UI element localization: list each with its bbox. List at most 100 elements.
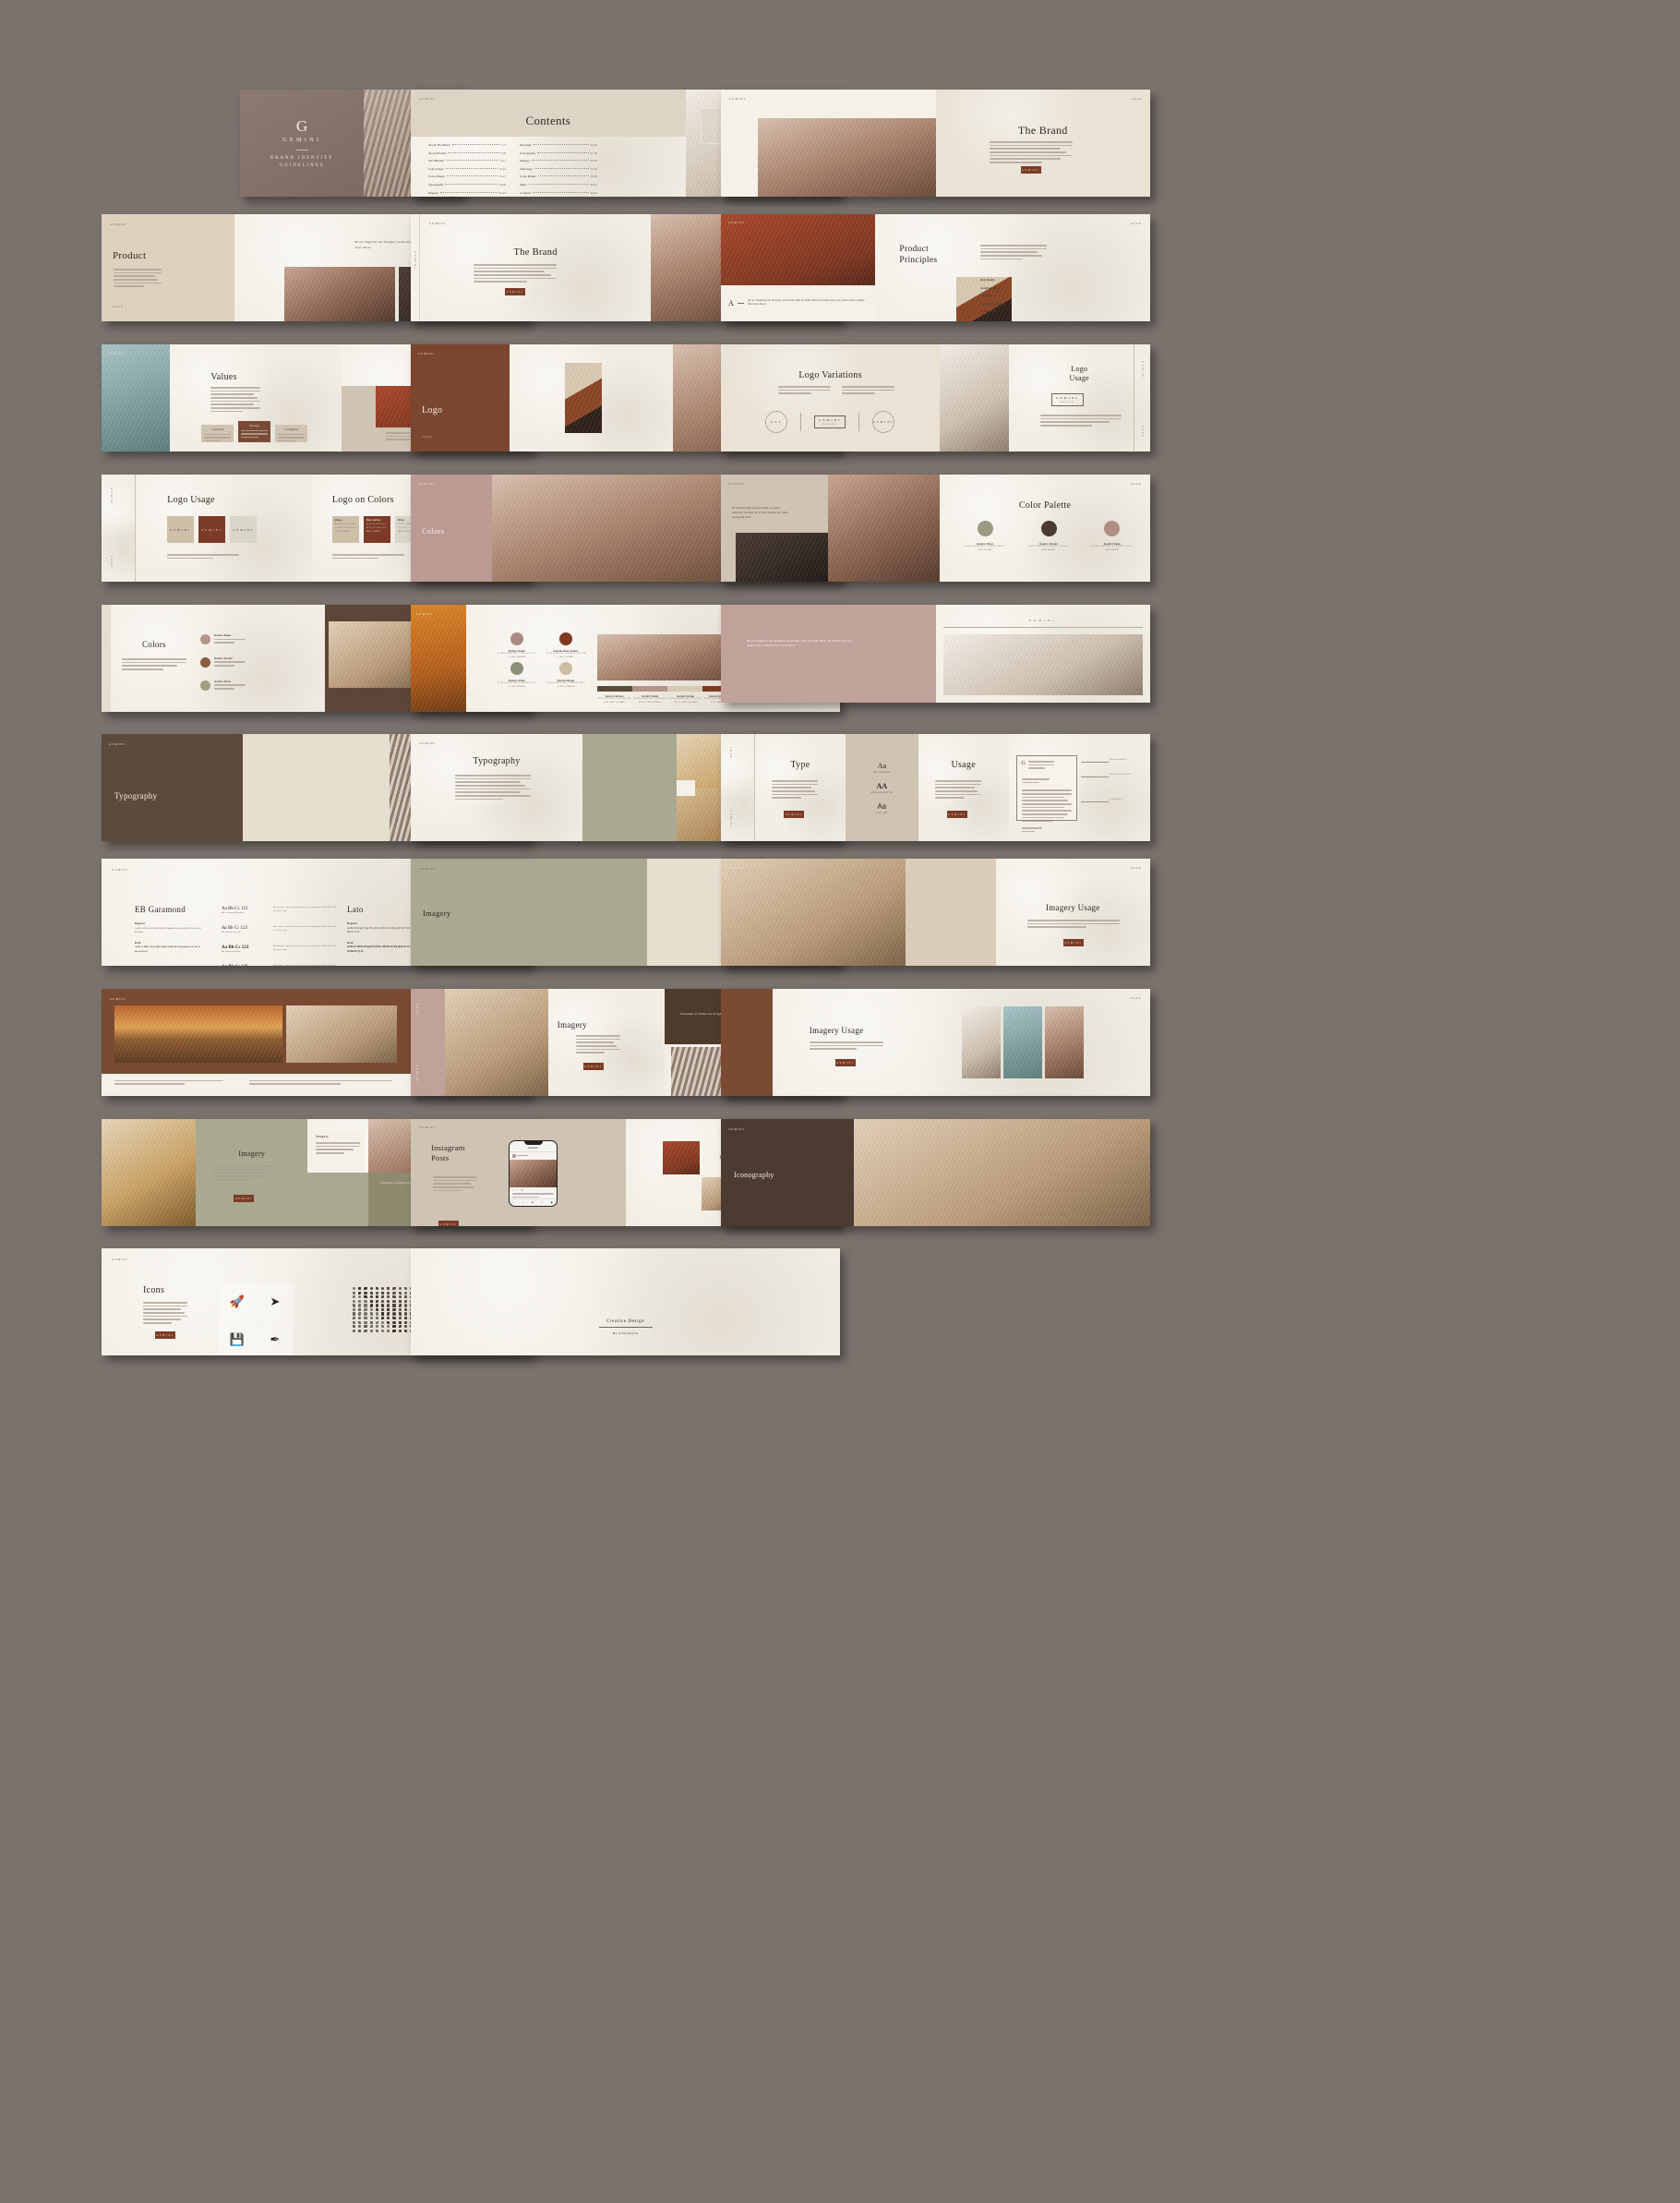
library-icon[interactable] <box>398 1329 402 1332</box>
library-icon[interactable] <box>353 1287 356 1291</box>
library-icon[interactable] <box>375 1299 379 1303</box>
color-item[interactable]: Gemini New Amber R 125 G 58 B 35 / C 36 … <box>546 632 585 660</box>
library-icon[interactable] <box>364 1325 367 1329</box>
library-icon[interactable] <box>364 1299 367 1303</box>
library-icon[interactable] <box>392 1295 396 1299</box>
contents-item[interactable]: Mockups 24-26 <box>520 143 597 147</box>
library-icon[interactable] <box>398 1307 402 1312</box>
contents-item[interactable]: Maps 39-41 <box>520 183 597 187</box>
library-icon[interactable] <box>387 1320 390 1324</box>
library-icon[interactable] <box>358 1317 362 1320</box>
slide-color-palette[interactable]: GEMINI To keep the body in good health i… <box>721 475 1150 582</box>
library-icon[interactable] <box>403 1291 408 1294</box>
logo-swatch[interactable]: GEMINI <box>198 516 226 543</box>
palette-item[interactable]: Gemini Nude R 176 G 143 B 130 / C 28 M 4… <box>1091 521 1134 553</box>
library-icon[interactable] <box>392 1329 396 1332</box>
slide-the-brand-a[interactable]: GEMINI PAGE The Brand GEMINI <box>721 90 1150 197</box>
color-row[interactable]: Gemini Olive <box>200 680 246 692</box>
slide-type-usage[interactable]: PAGE GEMINI Type GEMINI Aa EB Garamond A… <box>721 734 1150 841</box>
cta-button[interactable]: GEMINI <box>438 1221 459 1226</box>
eyedropper-icon[interactable]: ✒ <box>257 1321 294 1355</box>
contents-item[interactable]: Imagery 30-32 <box>520 159 597 163</box>
library-icon[interactable] <box>375 1291 379 1294</box>
library-icon[interactable] <box>387 1317 390 1320</box>
library-icon[interactable] <box>353 1291 356 1294</box>
library-icon[interactable] <box>375 1312 379 1316</box>
cursor-icon[interactable]: ➤ <box>257 1283 294 1320</box>
search-icon[interactable]: ⌕ <box>522 1201 523 1204</box>
library-icon[interactable] <box>392 1312 396 1316</box>
library-icon[interactable] <box>364 1287 367 1291</box>
contents-item[interactable]: Our Mission 9-11 <box>428 159 506 163</box>
color-item[interactable]: Gemini Beige R 203 G 188 B 164 / C 21 M … <box>546 661 585 690</box>
library-icon[interactable] <box>358 1307 362 1312</box>
library-icon[interactable] <box>375 1317 379 1320</box>
heart-icon[interactable]: ♡ <box>512 1189 515 1192</box>
library-icon[interactable] <box>353 1307 356 1312</box>
library-icon[interactable] <box>392 1291 396 1294</box>
library-icon[interactable] <box>369 1325 373 1329</box>
contents-item[interactable]: Typography 18-20 <box>428 183 506 187</box>
library-icon[interactable] <box>398 1317 402 1320</box>
floppy-disk-icon[interactable]: 💾 <box>219 1321 256 1355</box>
library-icon[interactable] <box>403 1329 408 1332</box>
logo-swatch[interactable]: GEMINI <box>230 516 258 543</box>
share-icon[interactable]: ▽ <box>522 1189 523 1192</box>
library-icon[interactable] <box>353 1320 356 1324</box>
library-icon[interactable] <box>381 1320 385 1324</box>
library-icon[interactable] <box>375 1295 379 1299</box>
library-icon[interactable] <box>381 1304 385 1307</box>
library-icon[interactable] <box>353 1295 356 1299</box>
library-icon[interactable] <box>398 1295 402 1299</box>
library-icon[interactable] <box>398 1312 402 1316</box>
library-icon[interactable] <box>375 1325 379 1329</box>
library-icon[interactable] <box>403 1317 408 1320</box>
library-icon[interactable] <box>381 1287 385 1291</box>
library-icon[interactable] <box>353 1304 356 1307</box>
library-icon[interactable] <box>387 1307 390 1312</box>
library-icon[interactable] <box>358 1304 362 1307</box>
library-icon[interactable] <box>358 1291 362 1294</box>
library-icon[interactable] <box>364 1291 367 1294</box>
library-icon[interactable] <box>387 1329 390 1332</box>
palette-item[interactable]: Gemini Brown R 75 G 59 B 49 / C 57 M 65 … <box>1027 521 1070 553</box>
contents-item[interactable]: About Product 6-8 <box>428 151 506 155</box>
library-icon[interactable] <box>381 1291 385 1294</box>
post-thumb[interactable] <box>662 1176 700 1210</box>
cta-button[interactable]: GEMINI <box>1020 166 1041 175</box>
library-icon[interactable] <box>358 1299 362 1303</box>
contents-item[interactable]: Stationery 33-35 <box>520 167 597 171</box>
library-icon[interactable] <box>375 1304 379 1307</box>
contents-item[interactable]: Color Palette 36-38 <box>520 175 597 178</box>
slide-imagery-usage-b[interactable]: PAGE Imagery Usage GEMINI <box>721 989 1150 1096</box>
library-icon[interactable] <box>387 1291 390 1294</box>
library-icon[interactable] <box>369 1291 373 1294</box>
contents-item[interactable]: Contacts 42-44 <box>520 191 597 195</box>
slide-product-principles[interactable]: A We are shaped by our thoughts; we beco… <box>721 214 1150 321</box>
library-icon[interactable] <box>358 1287 362 1291</box>
library-icon[interactable] <box>403 1299 408 1303</box>
contents-item[interactable]: Color Palette 15-17 <box>428 175 506 178</box>
cta-button[interactable]: GEMINI <box>946 811 967 819</box>
library-icon[interactable] <box>353 1317 356 1320</box>
value-card[interactable]: Creative <box>201 425 234 442</box>
library-icon[interactable] <box>353 1329 356 1332</box>
library-icon[interactable] <box>403 1304 408 1307</box>
library-icon[interactable] <box>403 1320 408 1324</box>
library-icon[interactable] <box>403 1287 408 1291</box>
library-icon[interactable] <box>375 1320 379 1324</box>
library-icon[interactable] <box>364 1317 367 1320</box>
library-icon[interactable] <box>369 1317 373 1320</box>
library-icon[interactable] <box>369 1312 373 1316</box>
library-icon[interactable] <box>381 1299 385 1303</box>
contents-item[interactable]: Imagery 21-23 <box>428 191 506 195</box>
cta-button[interactable]: GEMINI <box>834 1059 856 1067</box>
library-icon[interactable] <box>387 1312 390 1316</box>
color-item[interactable]: Gemini Beige R 214 G 200 B 178 / C 17 M … <box>668 695 702 705</box>
library-icon[interactable] <box>381 1317 385 1320</box>
post-thumb[interactable] <box>662 1141 700 1174</box>
library-icon[interactable] <box>358 1295 362 1299</box>
library-icon[interactable] <box>392 1320 396 1324</box>
value-card[interactable]: Design <box>238 421 271 442</box>
library-icon[interactable] <box>398 1287 402 1291</box>
